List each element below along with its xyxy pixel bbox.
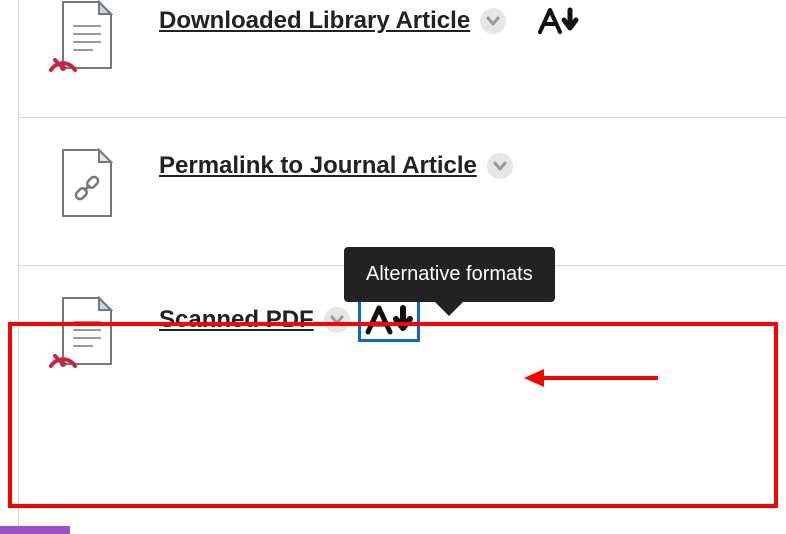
list-item: Permalink to Journal Article xyxy=(19,118,786,266)
item-main: Scanned PDF xyxy=(159,296,418,340)
tooltip-alternative-formats: Alternative formats xyxy=(344,247,555,302)
expand-button[interactable] xyxy=(324,307,350,333)
item-icon-area xyxy=(59,296,159,373)
item-title-link[interactable]: Scanned PDF xyxy=(159,306,314,334)
item-main: Downloaded Library Article xyxy=(159,0,582,38)
arrow-left-icon xyxy=(522,366,662,390)
item-icon-area xyxy=(59,148,159,225)
chevron-down-icon xyxy=(493,159,507,173)
chevron-down-icon xyxy=(486,14,500,28)
alt-format-icon xyxy=(362,302,416,338)
alt-format-icon xyxy=(536,6,580,36)
link-document-icon xyxy=(59,148,115,220)
content-list: Downloaded Library Article xyxy=(18,0,786,534)
item-title-link[interactable]: Permalink to Journal Article xyxy=(159,152,477,180)
progress-strip xyxy=(0,526,70,534)
gauge-icon xyxy=(45,44,81,80)
alternative-formats-button[interactable] xyxy=(534,4,582,38)
annotation-arrow xyxy=(522,366,662,390)
item-title-link[interactable]: Downloaded Library Article xyxy=(159,7,470,35)
item-main: Permalink to Journal Article xyxy=(159,148,513,180)
expand-button[interactable] xyxy=(480,8,506,34)
tooltip-label: Alternative formats xyxy=(366,263,533,285)
chevron-down-icon xyxy=(330,313,344,327)
alternative-formats-button[interactable] xyxy=(360,300,418,340)
gauge-icon xyxy=(45,340,81,376)
item-icon-area xyxy=(59,0,159,77)
expand-button[interactable] xyxy=(487,153,513,179)
list-item: Downloaded Library Article xyxy=(19,0,786,118)
